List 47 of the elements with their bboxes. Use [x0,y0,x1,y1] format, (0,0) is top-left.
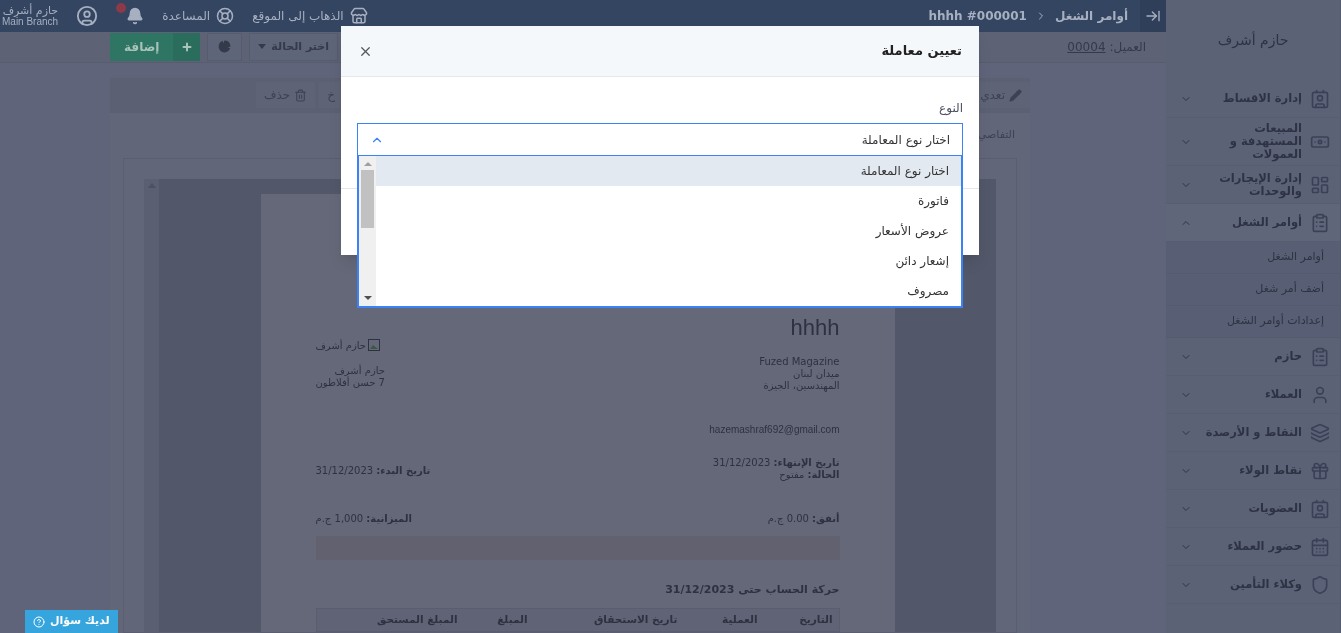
top-bar-link[interactable]: الذهاب إلى الموقع [252,7,368,25]
pencil-icon [1009,88,1022,102]
pie-chart-icon [218,40,232,54]
dropdown-option[interactable]: اختار نوع المعاملة [376,156,961,186]
sidebar-item-icon [1310,212,1330,233]
breadcrumb-link[interactable]: أوامر الشغل [1054,7,1128,25]
store-icon [349,7,368,25]
user-name: حازم أشرف [2,5,59,16]
sidebar-item-icon [1310,536,1330,557]
breadcrumb-current: hhhh #000001 [928,8,1027,25]
logo-alt-text: حازم أشرف [315,338,366,353]
client-address-line: المهندسين، الجيزة [763,379,840,392]
caret-icon [258,44,267,50]
client-email: hazemashraf692@gmail.com [708,422,840,437]
company-address-line: 7 حسن أفلاطون [315,376,385,389]
sidebar-item-icon [1310,384,1330,405]
type-select[interactable]: اختار نوع المعاملة [357,123,963,156]
branch-name: Main Branch [2,16,59,27]
lifebuoy-icon [216,7,235,25]
sidebar-item-icon [1310,460,1330,481]
company-address-line: حازم أشرف [334,364,385,376]
plus-icon [180,40,193,53]
scroll-thumb[interactable] [361,170,374,228]
sidebar-item-icon [1310,574,1330,595]
question-icon [33,615,45,628]
avatar-icon[interactable] [76,5,99,27]
sidebar-item-icon [1310,174,1330,195]
add-button[interactable]: إضافة [110,32,201,61]
help-button[interactable]: لديك سؤال [25,610,118,633]
dialog-title: تعيين معاملة [881,42,962,61]
scroll-up-icon [363,162,372,166]
bell-icon[interactable] [126,7,145,25]
sidebar-item-icon [1310,88,1330,109]
document-title: hhhh [790,315,840,340]
sidebar-toggle-button[interactable] [1140,0,1166,32]
field-label: النوع [938,100,963,117]
client-address-line: Fuzed Magazine [759,355,840,368]
sidebar-item-icon [1310,422,1330,443]
scroll-down-icon [363,296,372,300]
trash-icon [294,88,308,102]
sidebar-item-icon [1310,346,1330,367]
top-bar-link[interactable]: المساعدة [162,7,235,25]
broken-image-icon [367,339,380,351]
statement-title: حركة الحساب حتى 31/12/2023 [664,581,840,598]
document-field: الحالة: مفتوح [779,468,840,481]
menu-toggle-icon [1145,8,1161,24]
sidebar-item-icon [1310,498,1330,519]
